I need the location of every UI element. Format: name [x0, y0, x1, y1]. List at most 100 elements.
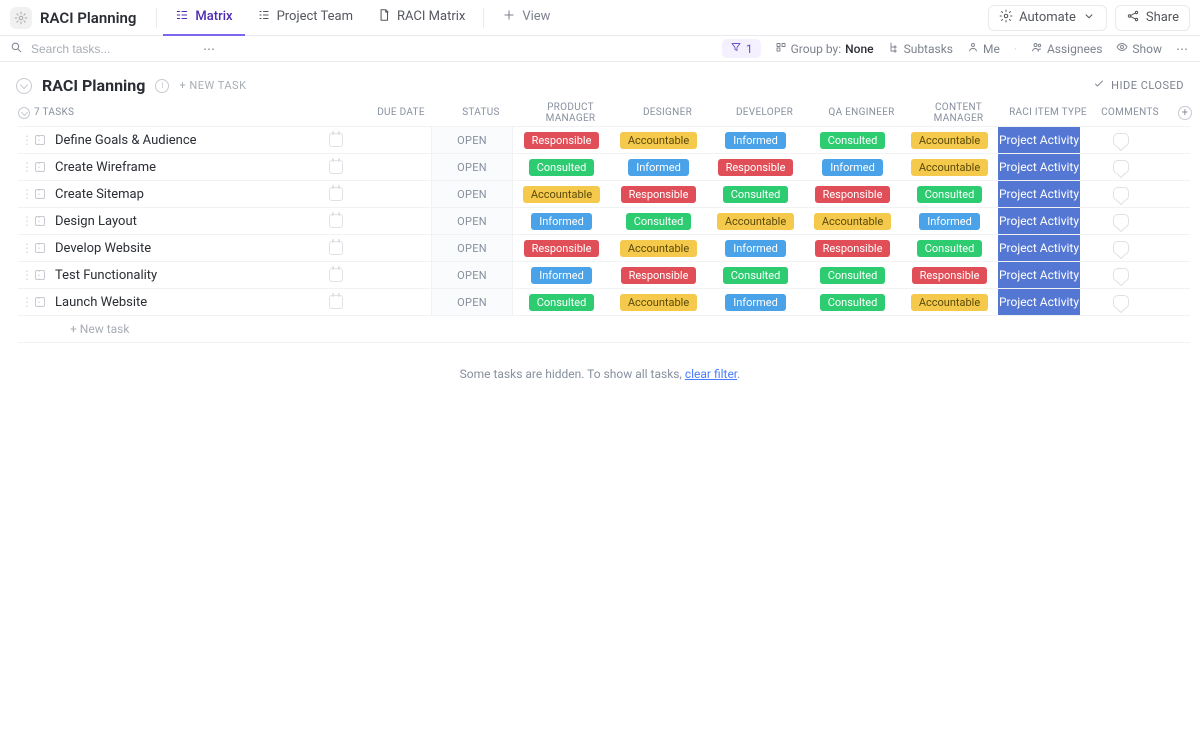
drag-handle-icon[interactable]: ⋮⋮	[21, 215, 33, 227]
role-cell[interactable]: Responsible	[901, 267, 998, 284]
task-cell[interactable]: ⋮⋮ Create Sitemap	[21, 187, 353, 202]
calendar-icon[interactable]	[329, 133, 343, 147]
clear-filter-link[interactable]: clear filter	[685, 367, 737, 381]
status-dot[interactable]	[35, 270, 45, 280]
add-view-button[interactable]: View	[490, 0, 562, 36]
role-cell[interactable]: Accountable	[610, 294, 707, 311]
status-cell[interactable]: OPEN	[431, 262, 513, 288]
info-icon[interactable]: i	[155, 79, 169, 93]
role-cell[interactable]: Consulted	[804, 132, 901, 149]
tab-matrix[interactable]: Matrix	[163, 0, 244, 36]
new-task-inline-button[interactable]: + NEW TASK	[179, 79, 246, 92]
table-row[interactable]: ⋮⋮ Define Goals & Audience OPEN Responsi…	[18, 127, 1190, 154]
comments-cell[interactable]	[1080, 160, 1162, 174]
role-cell[interactable]: Consulted	[901, 186, 998, 203]
comment-icon[interactable]	[1113, 214, 1129, 228]
status-cell[interactable]: OPEN	[431, 154, 513, 180]
role-cell[interactable]: Accountable	[610, 132, 707, 149]
tab-raci-matrix[interactable]: RACI Matrix	[365, 0, 477, 36]
search-more-button[interactable]: ⋯	[203, 42, 217, 56]
collapse-toggle[interactable]	[16, 78, 32, 94]
task-cell[interactable]: ⋮⋮ Design Layout	[21, 214, 353, 229]
role-cell[interactable]: Informed	[610, 159, 707, 176]
role-cell[interactable]: Responsible	[804, 186, 901, 203]
table-row[interactable]: ⋮⋮ Launch Website OPEN ConsultedAccounta…	[18, 289, 1190, 316]
role-cell[interactable]: Informed	[804, 159, 901, 176]
column-qa-engineer[interactable]: QA ENGINEER	[813, 107, 910, 118]
role-cell[interactable]: Accountable	[707, 213, 804, 230]
role-cell[interactable]: Informed	[707, 240, 804, 257]
type-cell[interactable]: Project Activity	[998, 208, 1080, 234]
calendar-icon[interactable]	[329, 268, 343, 282]
search-input[interactable]	[31, 42, 191, 56]
status-dot[interactable]	[35, 135, 45, 145]
status-cell[interactable]: OPEN	[431, 235, 513, 261]
me-button[interactable]: Me	[967, 41, 1000, 56]
role-cell[interactable]: Responsible	[707, 159, 804, 176]
type-cell[interactable]: Project Activity	[998, 181, 1080, 207]
type-cell[interactable]: Project Activity	[998, 127, 1080, 153]
table-row[interactable]: ⋮⋮ Test Functionality OPEN InformedRespo…	[18, 262, 1190, 289]
comment-icon[interactable]	[1113, 268, 1129, 282]
table-row[interactable]: ⋮⋮ Create Wireframe OPEN ConsultedInform…	[18, 154, 1190, 181]
role-cell[interactable]: Accountable	[901, 132, 998, 149]
drag-handle-icon[interactable]: ⋮⋮	[21, 296, 33, 308]
status-cell[interactable]: OPEN	[431, 127, 513, 153]
type-cell[interactable]: Project Activity	[998, 154, 1080, 180]
drag-handle-icon[interactable]: ⋮⋮	[21, 161, 33, 173]
status-dot[interactable]	[35, 189, 45, 199]
role-cell[interactable]: Responsible	[610, 186, 707, 203]
column-product-manager[interactable]: PRODUCT MANAGER	[522, 102, 619, 124]
comments-cell[interactable]	[1080, 187, 1162, 201]
table-row[interactable]: ⋮⋮ Design Layout OPEN InformedConsultedA…	[18, 208, 1190, 235]
column-comments[interactable]: COMMENTS	[1089, 107, 1171, 118]
status-cell[interactable]: OPEN	[431, 181, 513, 207]
calendar-icon[interactable]	[329, 214, 343, 228]
subtasks-button[interactable]: Subtasks	[888, 41, 953, 56]
type-cell[interactable]: Project Activity	[998, 235, 1080, 261]
calendar-icon[interactable]	[329, 160, 343, 174]
status-cell[interactable]: OPEN	[431, 208, 513, 234]
comment-icon[interactable]	[1113, 160, 1129, 174]
role-cell[interactable]: Responsible	[513, 240, 610, 257]
group-by-button[interactable]: Group by: None	[775, 41, 874, 56]
role-cell[interactable]: Consulted	[707, 186, 804, 203]
role-cell[interactable]: Informed	[901, 213, 998, 230]
role-cell[interactable]: Accountable	[901, 159, 998, 176]
comment-icon[interactable]	[1113, 187, 1129, 201]
hide-closed-button[interactable]: HIDE CLOSED	[1093, 78, 1184, 93]
comments-cell[interactable]	[1080, 268, 1162, 282]
automate-button[interactable]: Automate	[988, 5, 1107, 31]
status-dot[interactable]	[35, 162, 45, 172]
role-cell[interactable]: Accountable	[901, 294, 998, 311]
task-cell[interactable]: ⋮⋮ Test Functionality	[21, 268, 353, 283]
role-cell[interactable]: Responsible	[610, 267, 707, 284]
column-content-manager[interactable]: CONTENT MANAGER	[910, 102, 1007, 124]
role-cell[interactable]: Informed	[513, 213, 610, 230]
comments-cell[interactable]	[1080, 214, 1162, 228]
status-dot[interactable]	[35, 297, 45, 307]
role-cell[interactable]: Consulted	[901, 240, 998, 257]
task-cell[interactable]: ⋮⋮ Define Goals & Audience	[21, 133, 353, 148]
role-cell[interactable]: Consulted	[513, 294, 610, 311]
role-cell[interactable]: Consulted	[707, 267, 804, 284]
role-cell[interactable]: Consulted	[513, 159, 610, 176]
drag-handle-icon[interactable]: ⋮⋮	[21, 269, 33, 281]
calendar-icon[interactable]	[329, 295, 343, 309]
comment-icon[interactable]	[1113, 241, 1129, 255]
role-cell[interactable]: Informed	[707, 132, 804, 149]
add-column-button[interactable]: +	[1171, 106, 1199, 120]
select-all-toggle[interactable]	[18, 107, 30, 119]
drag-handle-icon[interactable]: ⋮⋮	[21, 134, 33, 146]
status-dot[interactable]	[35, 216, 45, 226]
calendar-icon[interactable]	[329, 241, 343, 255]
role-cell[interactable]: Consulted	[610, 213, 707, 230]
comment-icon[interactable]	[1113, 295, 1129, 309]
tab-project-team[interactable]: Project Team	[245, 0, 365, 36]
type-cell[interactable]: Project Activity	[998, 289, 1080, 315]
role-cell[interactable]: Accountable	[804, 213, 901, 230]
toolbar-more-button[interactable]: ⋯	[1176, 42, 1190, 56]
role-cell[interactable]: Consulted	[804, 294, 901, 311]
comments-cell[interactable]	[1080, 295, 1162, 309]
drag-handle-icon[interactable]: ⋮⋮	[21, 242, 33, 254]
